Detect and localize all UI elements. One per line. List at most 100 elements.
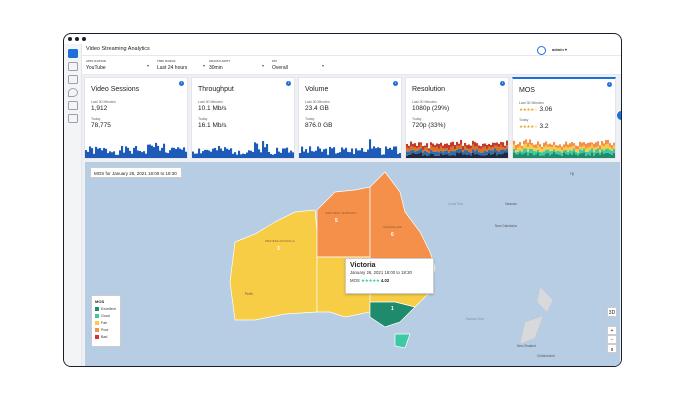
spark-segment: [615, 142, 616, 146]
spark-bar: [179, 148, 182, 158]
spark-bar: [145, 153, 148, 158]
spark-bar: [234, 152, 237, 158]
spark-bar: [169, 150, 172, 158]
refresh-icon[interactable]: [537, 45, 546, 55]
spark-bar: [319, 148, 322, 158]
spark-bar: [192, 151, 195, 158]
compass-icon[interactable]: ⬆: [607, 344, 617, 353]
spark-segment: [448, 149, 451, 153]
chevron-down-icon[interactable]: ▾: [203, 63, 205, 68]
filter-granularity[interactable]: GRANULARITY 30min: [209, 59, 230, 71]
filter-kpi[interactable]: KPI Overall: [272, 59, 288, 71]
spark-segment: [523, 153, 526, 158]
window-minimize-button[interactable]: [75, 37, 79, 41]
user-menu[interactable]: admin ▾: [552, 47, 567, 52]
main-content: Video Streaming Analytics admin ▾ APPLIC…: [82, 44, 621, 366]
spark-segment: [430, 153, 433, 158]
card-throughput[interactable]: Throughput i Last 30 Minutes 10.1 Mb/s T…: [191, 77, 295, 159]
spark-bar: [343, 149, 346, 158]
spark-bar: [214, 147, 217, 158]
chevron-down-icon[interactable]: ▾: [322, 63, 324, 68]
spark-segment: [508, 147, 509, 151]
spark-segment: [430, 150, 433, 154]
spark-bar: [337, 152, 340, 158]
spark-bar: [224, 147, 227, 158]
spark-segment: [547, 149, 550, 153]
spark-bar: [399, 152, 401, 158]
3d-toggle-button[interactable]: 3D: [607, 307, 617, 317]
spark-segment: [577, 152, 580, 156]
card-video-sessions[interactable]: Video Sessions i Last 30 Minutes 1,912 T…: [84, 77, 188, 159]
filter-time-range[interactable]: TIME RANGE Last 24 hours: [157, 59, 187, 71]
australia-map[interactable]: 3 5 6 1 7 WESTERN AUSTRALIA NORTHERN TER…: [85, 162, 620, 366]
spark-segment: [474, 142, 477, 147]
chevron-down-icon[interactable]: ▾: [147, 63, 149, 68]
document-icon[interactable]: [68, 114, 78, 123]
spark-segment: [504, 150, 507, 153]
info-icon[interactable]: i: [500, 81, 505, 86]
spark-bar: [331, 148, 334, 158]
spark-segment: [549, 143, 552, 147]
info-icon[interactable]: i: [179, 81, 184, 86]
spark-segment: [422, 146, 425, 150]
spark-segment: [553, 145, 556, 150]
zoom-out-button[interactable]: −: [607, 335, 617, 344]
chart-icon[interactable]: [68, 62, 78, 71]
spark-segment: [581, 146, 584, 151]
spark-bar: [89, 146, 92, 158]
app-header: Video Streaming Analytics admin ▾: [82, 44, 621, 56]
spark-segment: [589, 146, 592, 151]
spark-segment: [585, 148, 588, 152]
spark-bar: [165, 152, 168, 158]
video-icon[interactable]: [68, 49, 78, 58]
spark-bar: [151, 145, 154, 158]
spark-bar: [232, 153, 235, 158]
network-icon[interactable]: [68, 101, 78, 110]
spark-segment: [535, 151, 538, 155]
spark-segment: [557, 154, 560, 158]
spark-bar: [109, 151, 112, 158]
filter-application[interactable]: APPLICATION YouTube: [86, 59, 106, 71]
spark-segment: [432, 153, 435, 158]
location-icon[interactable]: [68, 88, 78, 97]
spark-segment: [561, 152, 564, 156]
spark-segment: [571, 142, 574, 147]
chevron-down-icon[interactable]: ▾: [262, 63, 264, 68]
spark-bar: [97, 148, 100, 158]
card-resolution[interactable]: Resolution i Last 30 Minutes 1080p (29%)…: [405, 77, 509, 159]
card-volume[interactable]: Volume i Last 30 Minutes 23.4 GB Today 8…: [298, 77, 402, 159]
spark-segment: [601, 145, 604, 150]
spark-segment: [436, 151, 439, 156]
spark-bar: [315, 150, 318, 158]
info-icon[interactable]: i: [393, 81, 398, 86]
calendar-icon[interactable]: [68, 75, 78, 84]
spark-segment: [440, 150, 443, 154]
info-icon[interactable]: i: [286, 81, 291, 86]
spark-bar: [391, 149, 394, 158]
info-icon[interactable]: i: [607, 82, 612, 87]
spark-bar: [125, 146, 128, 158]
spark-segment: [464, 146, 467, 151]
spark-segment: [474, 151, 477, 155]
spark-bar: [375, 148, 378, 158]
spark-segment: [506, 149, 508, 153]
window-close-button[interactable]: [68, 37, 72, 41]
spark-segment: [428, 148, 431, 151]
spark-bar: [323, 149, 326, 158]
spark-bar: [115, 154, 118, 158]
spark-bar: [153, 147, 156, 158]
card-mos[interactable]: MOS i Last 30 Minutes ★★★★☆ 3.06 Today ★…: [512, 77, 616, 159]
spark-segment: [498, 151, 501, 154]
zoom-in-button[interactable]: +: [607, 326, 617, 335]
rating-stars: ★★★★☆: [519, 107, 538, 112]
spark-segment: [424, 154, 427, 158]
window-maximize-button[interactable]: [82, 37, 86, 41]
chevron-right-icon[interactable]: ›: [617, 111, 621, 120]
spark-segment: [464, 150, 467, 155]
spark-segment: [521, 154, 524, 158]
spark-segment: [506, 152, 508, 158]
spark-segment: [513, 148, 516, 153]
spark-bar: [135, 146, 138, 158]
spark-segment: [412, 143, 415, 147]
spark-bar: [159, 150, 162, 158]
